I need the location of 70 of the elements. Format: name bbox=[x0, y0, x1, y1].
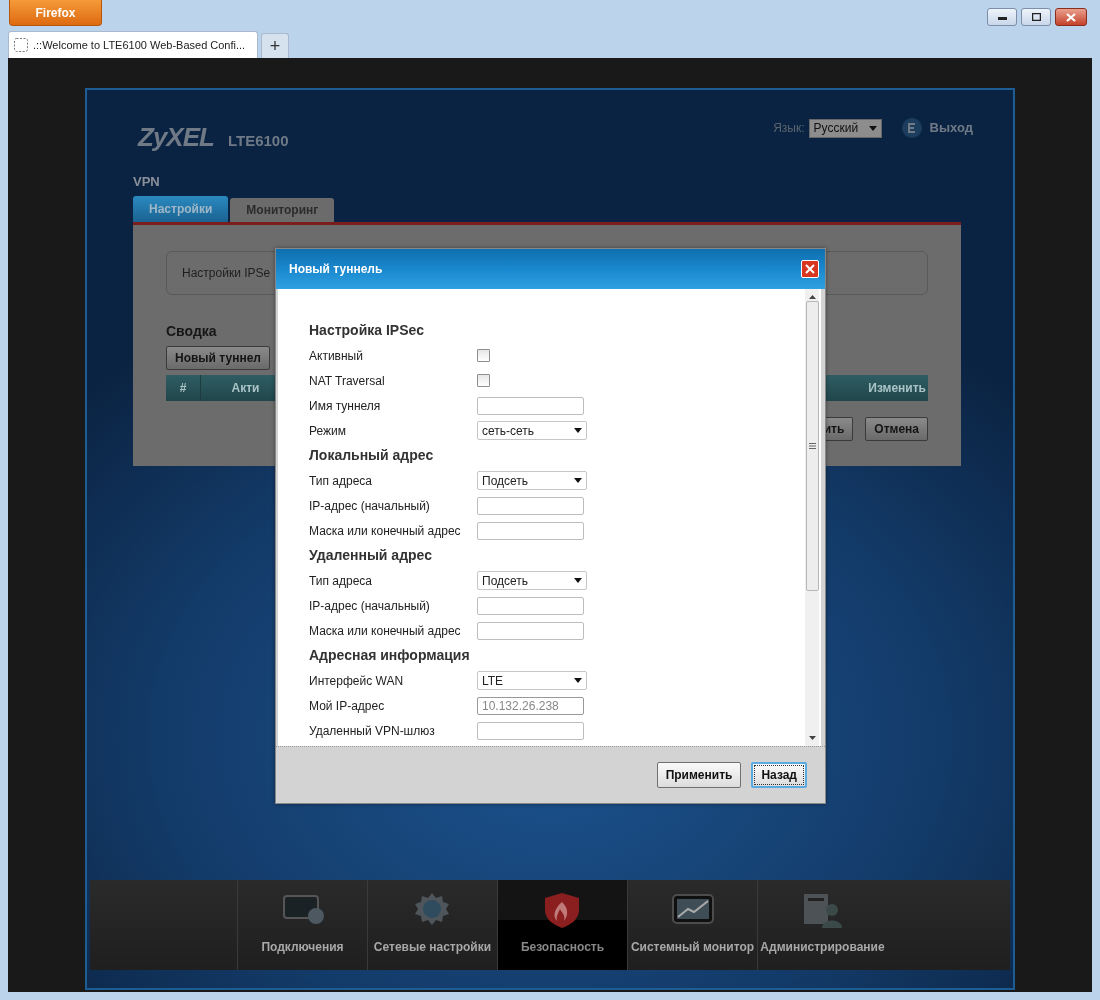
input-field[interactable] bbox=[477, 596, 584, 615]
nav-item[interactable]: Подключения bbox=[237, 880, 367, 970]
column-header: # bbox=[166, 375, 201, 401]
back-button[interactable]: Назад bbox=[751, 762, 807, 788]
close-icon bbox=[805, 264, 815, 274]
minimize-button[interactable] bbox=[987, 8, 1017, 26]
new-tunnel-button[interactable]: Новый туннел bbox=[166, 346, 270, 370]
field-label: Мой IP-адрес bbox=[309, 697, 386, 715]
summary-title: Сводка bbox=[166, 322, 217, 341]
scrollbar[interactable] bbox=[805, 289, 819, 746]
caret-icon bbox=[574, 478, 582, 483]
language-select[interactable]: Русский bbox=[808, 118, 882, 138]
page-title: VPN bbox=[132, 173, 161, 191]
field-label: NAT Traversal bbox=[309, 372, 386, 390]
nav-item[interactable]: Администрирование bbox=[757, 880, 887, 970]
minimize-icon bbox=[997, 14, 1007, 20]
input-field[interactable] bbox=[477, 521, 584, 540]
apply-button[interactable]: Применить bbox=[656, 762, 742, 788]
field-label: IP-адрес (начальный) bbox=[309, 597, 431, 615]
action-button[interactable]: Отмена bbox=[865, 417, 928, 441]
maximize-button[interactable] bbox=[1021, 8, 1051, 26]
caret-icon bbox=[574, 428, 582, 433]
section-heading: Локальный адрес bbox=[309, 446, 435, 465]
dialog-title: Новый туннель bbox=[289, 261, 383, 278]
model-name: LTE6100 bbox=[227, 131, 289, 151]
logout-link[interactable]: Выход bbox=[929, 118, 973, 138]
input-field[interactable] bbox=[477, 721, 584, 740]
browser-tab[interactable]: .::Welcome to LTE6100 Web-Based Confi... bbox=[8, 31, 258, 58]
input-field[interactable] bbox=[477, 496, 584, 515]
close-button[interactable] bbox=[1055, 8, 1087, 26]
person-icon bbox=[801, 892, 844, 928]
field-label: IP-адрес (начальный) bbox=[309, 497, 431, 515]
scroll-down-icon bbox=[808, 736, 816, 740]
scroll-up-icon bbox=[808, 295, 816, 299]
nav-item[interactable]: Системный монитор bbox=[627, 880, 757, 970]
select-field[interactable]: Подсеть bbox=[477, 471, 587, 490]
caret-icon bbox=[574, 678, 582, 683]
tab-title: .::Welcome to LTE6100 Web-Based Confi... bbox=[33, 37, 246, 53]
input-field[interactable] bbox=[477, 621, 584, 640]
field-label: Режим bbox=[309, 422, 347, 440]
field-label: Маска или конечный адрес bbox=[309, 522, 462, 540]
grip-icon bbox=[808, 443, 816, 449]
select-field[interactable]: сеть-сеть bbox=[477, 421, 587, 440]
select-field[interactable]: Подсеть bbox=[477, 571, 587, 590]
maximize-icon bbox=[1031, 13, 1041, 21]
info-text: Настройки IPSe bbox=[182, 265, 271, 282]
logout-icon bbox=[901, 118, 922, 138]
section-heading: Удаленный адрес bbox=[309, 546, 433, 565]
logo: ZyXEL bbox=[138, 121, 214, 154]
field-label: Тип адреса bbox=[309, 572, 374, 590]
select-field[interactable]: LTE bbox=[477, 671, 587, 690]
field-label: Активный bbox=[309, 347, 364, 365]
field-label: Удаленный VPN-шлюз bbox=[309, 722, 436, 740]
field-label: Тип адреса bbox=[309, 472, 374, 490]
field-label: Интерфейс WAN bbox=[309, 672, 405, 690]
section-heading: Адресная информация bbox=[309, 646, 471, 665]
column-header: Изменить bbox=[868, 380, 927, 397]
section-heading: Настройка IPSec bbox=[309, 321, 426, 340]
field-label: Маска или конечный адрес bbox=[309, 622, 462, 640]
close-icon bbox=[1066, 12, 1076, 22]
field-label: Имя туннеля bbox=[309, 397, 382, 415]
checkbox[interactable] bbox=[477, 349, 490, 362]
caret-icon bbox=[868, 125, 877, 131]
caret-icon bbox=[574, 578, 582, 583]
input-field[interactable] bbox=[477, 396, 584, 415]
page-icon bbox=[14, 38, 28, 52]
language-label: Язык: bbox=[773, 120, 805, 137]
new-tab-button[interactable]: + bbox=[261, 33, 289, 58]
nav-item[interactable]: Безопасность bbox=[497, 880, 627, 970]
checkbox[interactable] bbox=[477, 374, 490, 387]
